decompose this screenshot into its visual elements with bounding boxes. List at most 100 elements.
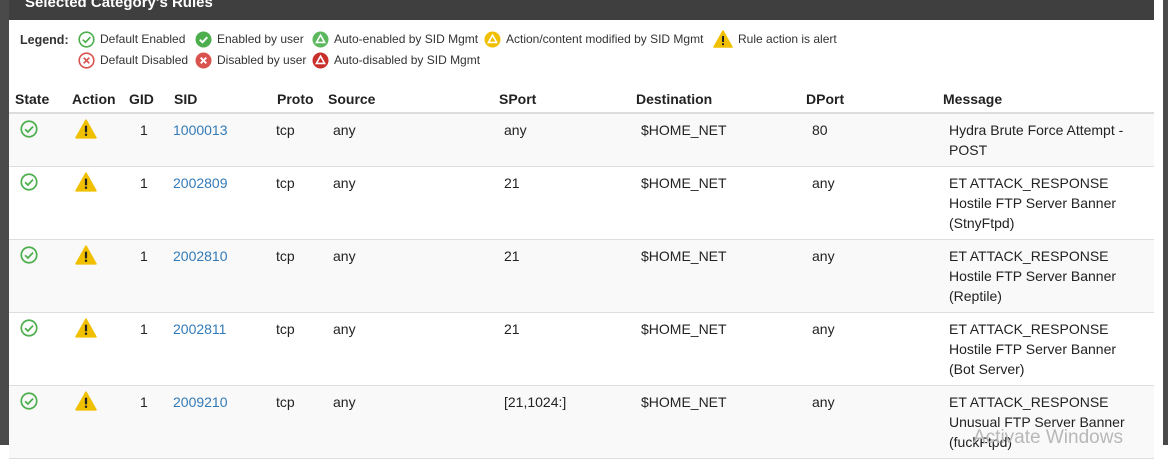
message-cell: Hydra Brute Force Attempt - POST [943,113,1154,167]
sport-cell: any [499,113,636,167]
message-line: Hostile FTP Server Banner [949,340,1117,357]
legend-item-auto-enabled: Auto-enabled by SID Mgmt [312,30,478,48]
source-cell: any [328,113,499,167]
warning-triangle-icon[interactable] [75,317,97,338]
legend-text: Rule action is alert [738,32,837,46]
dport-cell: any [806,239,943,313]
action-cell [66,239,123,313]
state-cell [9,239,66,313]
proto-cell: tcp [271,312,328,386]
table-row: 1 1000013 tcp any any $HOME_NET 80 Hydra… [9,113,1154,167]
column-header-action[interactable]: Action [66,86,123,114]
state-cell [9,166,66,240]
sid-link[interactable]: 1000013 [168,113,271,167]
legend-item-enabled-by-user: Enabled by user [195,30,304,48]
legend-text: Disabled by user [217,53,307,67]
warning-triangle-icon [713,30,733,48]
table-row: 1 2002809 tcp any 21 $HOME_NET any ET AT… [9,166,1154,240]
destination-cell: $HOME_NET [636,239,806,313]
message-line: ET ATTACK_RESPONSE [949,393,1109,410]
message-line: Hydra Brute Force Attempt - [949,122,1124,138]
triangle-circle-yellow-icon [484,31,501,47]
legend-text: Enabled by user [217,32,304,46]
check-circle-outline-icon[interactable] [20,172,38,191]
gid-cell: 1 [123,385,168,459]
column-header-message[interactable]: Message [943,86,1154,114]
column-header-sid[interactable]: SID [168,86,271,114]
sid-link[interactable]: 2002810 [168,239,271,313]
check-circle-outline-icon[interactable] [20,245,38,264]
sport-cell: 21 [499,239,636,313]
column-header-source[interactable]: Source [328,86,499,114]
gid-cell: 1 [123,312,168,386]
warning-triangle-icon[interactable] [75,171,97,192]
check-circle-solid-icon [195,31,212,47]
destination-cell: $HOME_NET [636,385,806,459]
message-line: Hostile FTP Server Banner [949,194,1117,211]
column-header-state[interactable]: State [9,86,66,114]
table-header-row: State Action GID SID Proto Source SPort … [9,86,1154,114]
message-line: (Reptile) [949,287,1002,304]
legend-item-default-disabled: Default Disabled [78,51,188,69]
column-header-sport[interactable]: SPort [499,86,636,114]
triangle-circle-red-icon [312,52,329,68]
sport-cell: [21,1024:] [499,385,636,459]
message-line: Hostile FTP Server Banner [949,267,1117,284]
check-circle-outline-icon[interactable] [20,318,38,337]
source-cell: any [328,166,499,240]
window-left-border [0,0,9,445]
table-row: 1 2002810 tcp any 21 $HOME_NET any ET AT… [9,239,1154,313]
gid-cell: 1 [123,113,168,167]
panel-title: Selected Category's Rules [25,0,213,11]
message-cell: ET ATTACK_RESPONSE Hostile FTP Server Ba… [943,239,1154,313]
destination-cell: $HOME_NET [636,312,806,386]
legend-item-rule-alert: Rule action is alert [713,30,837,48]
sid-link[interactable]: 2002809 [168,166,271,240]
legend-label: Legend: [20,33,69,47]
panel-header: Selected Category's Rules [9,0,1154,20]
dport-cell: any [806,312,943,386]
gid-cell: 1 [123,166,168,240]
state-cell [9,113,66,167]
check-circle-outline-icon[interactable] [20,120,38,138]
warning-triangle-icon[interactable] [75,244,97,265]
action-cell [66,166,123,240]
action-cell [66,113,123,167]
message-cell: ET ATTACK_RESPONSE Hostile FTP Server Ba… [943,166,1154,240]
triangle-circle-green-icon [312,31,329,47]
legend-item-auto-disabled: Auto-disabled by SID Mgmt [312,51,480,69]
source-cell: any [328,312,499,386]
x-circle-solid-icon [195,52,212,68]
message-line: ET ATTACK_RESPONSE [949,174,1109,191]
legend-text: Action/content modified by SID Mgmt [506,32,704,46]
proto-cell: tcp [271,113,328,167]
destination-cell: $HOME_NET [636,166,806,240]
dport-cell: any [806,385,943,459]
action-cell [66,385,123,459]
warning-triangle-icon[interactable] [75,119,97,139]
source-cell: any [328,239,499,313]
column-header-proto[interactable]: Proto [271,86,328,114]
state-cell [9,385,66,459]
table-row: 1 2002811 tcp any 21 $HOME_NET any ET AT… [9,312,1154,386]
dport-cell: any [806,166,943,240]
warning-triangle-icon[interactable] [75,390,97,411]
message-line: (Bot Server) [949,360,1025,377]
message-line: POST [949,142,988,158]
sid-link[interactable]: 2002811 [168,312,271,386]
column-header-dport[interactable]: DPort [806,86,943,114]
check-circle-outline-icon[interactable] [20,391,38,410]
column-header-gid[interactable]: GID [123,86,168,114]
legend-item-action-modified: Action/content modified by SID Mgmt [484,30,703,48]
activate-windows-watermark: Activate Windows [973,427,1123,448]
proto-cell: tcp [271,239,328,313]
sid-link[interactable]: 2009210 [168,385,271,459]
column-header-destination[interactable]: Destination [636,86,806,114]
destination-cell: $HOME_NET [636,113,806,167]
sport-cell: 21 [499,166,636,240]
source-cell: any [328,385,499,459]
window-right-border [1163,0,1168,445]
legend-text: Auto-disabled by SID Mgmt [334,53,481,67]
sport-cell: 21 [499,312,636,386]
dport-cell: 80 [806,113,943,167]
